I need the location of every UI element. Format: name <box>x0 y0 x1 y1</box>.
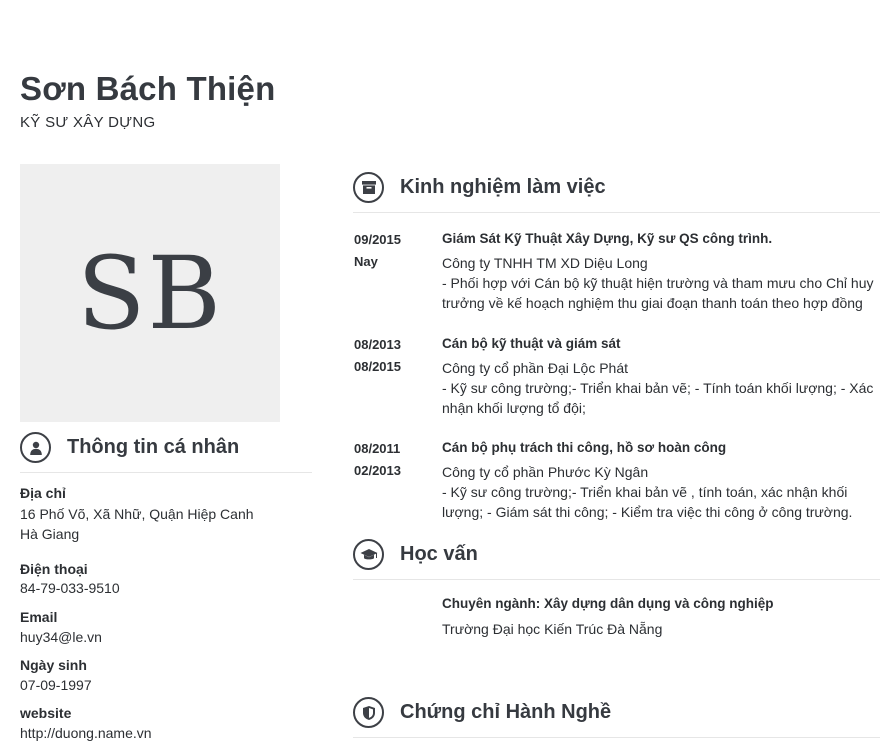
personal-info-divider <box>20 472 312 473</box>
certificates-title: Chứng chỉ Hành Nghề <box>400 701 612 723</box>
experience-dates: 08/2011 02/2013 <box>354 438 434 482</box>
experience-company: Công ty cổ phần Đại Lộc Phát <box>442 360 629 376</box>
user-icon <box>20 432 51 463</box>
experience-role: Cán bộ phụ trách thi công, hồ sơ hoàn cô… <box>442 440 727 455</box>
archive-box-icon <box>353 172 384 203</box>
experience-body: Giám Sát Kỹ Thuật Xây Dựng, Kỹ sư QS côn… <box>442 229 882 313</box>
email-label: Email <box>20 609 58 625</box>
avatar: SB <box>20 164 280 422</box>
certificates-header: Chứng chỉ Hành Nghề <box>353 697 611 728</box>
experience-body: Cán bộ phụ trách thi công, hồ sơ hoàn cô… <box>442 438 882 522</box>
experience-role: Cán bộ kỹ thuật và giám sát <box>442 336 621 351</box>
birthday-value: 07-09-1997 <box>20 677 92 693</box>
experience-body: Cán bộ kỹ thuật và giám sát Công ty cổ p… <box>442 334 882 418</box>
education-title: Học vấn <box>400 543 478 565</box>
email-value: huy34@le.vn <box>20 629 102 645</box>
address-label: Địa chỉ <box>20 485 66 501</box>
experience-role: Giám Sát Kỹ Thuật Xây Dựng, Kỹ sư QS côn… <box>442 231 773 246</box>
personal-info-title: Thông tin cá nhân <box>67 436 240 458</box>
phone-value: 84-79-033-9510 <box>20 580 120 596</box>
profile-job-title: KỸ SƯ XÂY DỰNG <box>20 114 156 131</box>
experience-start: 08/2013 <box>354 337 401 352</box>
personal-info-header: Thông tin cá nhân <box>20 432 239 463</box>
education-divider <box>353 579 880 580</box>
avatar-initials: SB <box>77 234 223 352</box>
certificates-divider <box>353 737 880 738</box>
experience-description: - Phối hợp với Cán bộ kỹ thuật hiện trườ… <box>442 275 874 311</box>
shield-icon <box>353 697 384 728</box>
experience-divider <box>353 212 880 213</box>
experience-dates: 08/2013 08/2015 <box>354 334 434 378</box>
profile-name: Sơn Bách Thiện <box>20 70 276 107</box>
experience-description: - Kỹ sư công trường;- Triển khai bản vẽ;… <box>442 380 874 416</box>
experience-end: Nay <box>354 254 378 269</box>
address-line-2: Hà Giang <box>20 526 80 542</box>
experience-end: 02/2013 <box>354 463 401 478</box>
address-line-1: 16 Phố Võ, Xã Nhữ, Quận Hiệp Canh <box>20 506 254 522</box>
experience-end: 08/2015 <box>354 359 401 374</box>
experience-title: Kinh nghiệm làm việc <box>400 176 606 198</box>
experience-description: - Kỹ sư công trường;- Triển khai bản vẽ … <box>442 484 853 520</box>
birthday-label: Ngày sinh <box>20 657 87 673</box>
experience-start: 08/2011 <box>354 441 401 456</box>
experience-company: Công ty cổ phần Phước Kỳ Ngân <box>442 464 649 480</box>
education-school: Trường Đại học Kiến Trúc Đà Nẵng <box>442 621 663 637</box>
phone-label: Điện thoại <box>20 561 88 577</box>
education-major: Chuyên ngành: Xây dựng dân dụng và công … <box>442 596 774 611</box>
experience-header: Kinh nghiệm làm việc <box>353 172 606 203</box>
website-link[interactable]: http://duong.name.vn <box>20 723 152 743</box>
experience-dates: 09/2015 Nay <box>354 229 434 273</box>
experience-company: Công ty TNHH TM XD Diệu Long <box>442 255 648 271</box>
website-label: website <box>20 705 72 721</box>
education-header: Học vấn <box>353 539 478 570</box>
experience-start: 09/2015 <box>354 232 401 247</box>
graduation-cap-icon <box>353 539 384 570</box>
